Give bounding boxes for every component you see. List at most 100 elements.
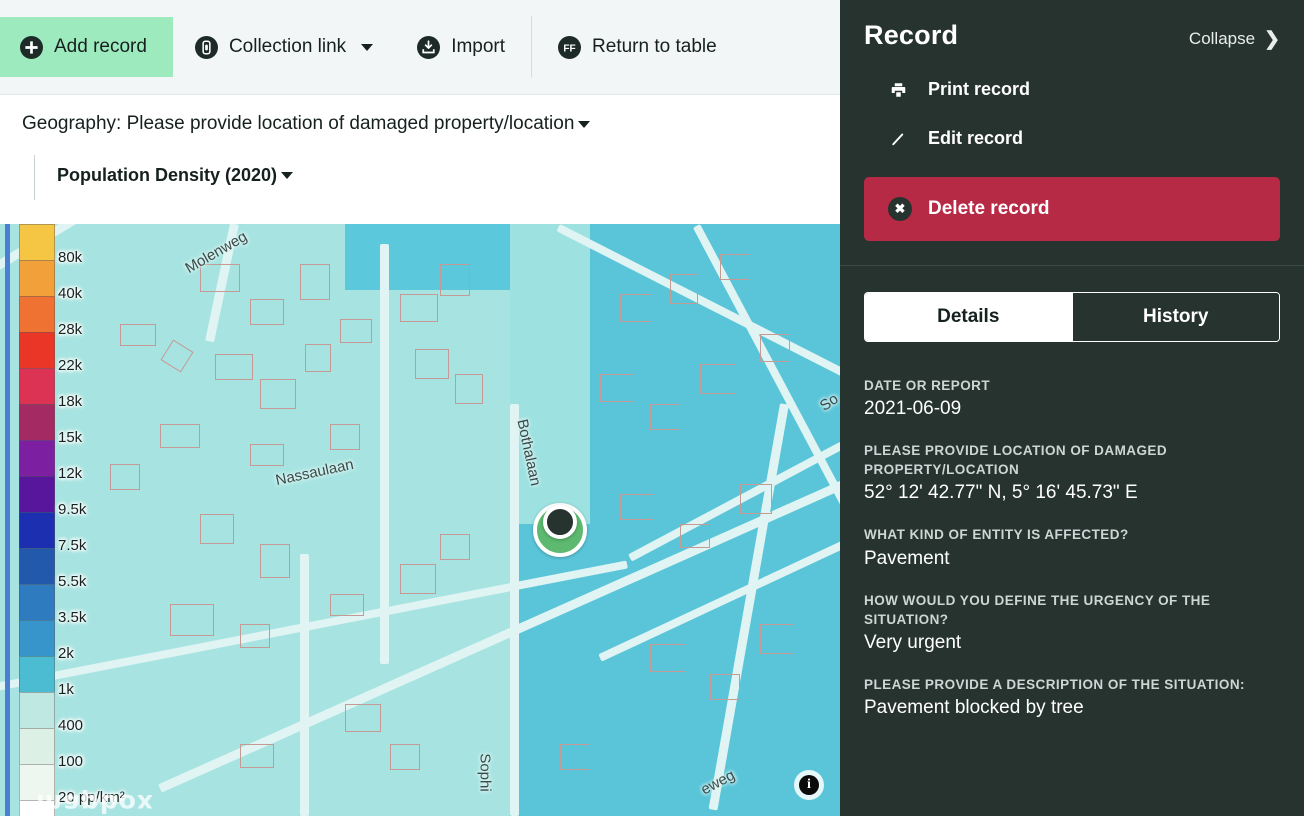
legend-swatch [19, 800, 55, 816]
record-field-list: Date or report 2021-06-09 Please provide l… [864, 376, 1280, 719]
legend-swatch [19, 476, 55, 512]
pencil-icon [888, 130, 908, 148]
building-outline [600, 374, 634, 402]
legend-label: 400 [58, 717, 84, 734]
app-root: Add record Collection link Import FF Ret… [0, 0, 1304, 816]
building-outline [415, 349, 449, 379]
record-field-label: What kind of entity is affected? [864, 527, 1129, 543]
tab-history[interactable]: History [1071, 293, 1279, 341]
layer-label: Population Density (2020) [57, 165, 278, 185]
print-record-label: Print record [928, 79, 1031, 99]
edit-record-button[interactable]: Edit record [864, 128, 1280, 149]
building-outline [720, 254, 750, 280]
building-outline [200, 514, 234, 544]
collapse-button[interactable]: Collapse ❯ [1189, 28, 1280, 51]
record-field-value: Very urgent [864, 631, 962, 653]
legend-swatch [19, 728, 55, 764]
legend-swatch [19, 260, 55, 296]
tab-details[interactable]: Details [865, 293, 1072, 341]
legend-label: 22k [58, 357, 83, 374]
legend-swatch [19, 404, 55, 440]
legend-label: 15k [58, 429, 83, 446]
building-outline [120, 324, 156, 346]
building-outline [340, 319, 372, 343]
map-info-button[interactable]: i [794, 770, 824, 800]
return-to-table-label: Return to table [592, 36, 717, 57]
chevron-down-icon[interactable] [578, 120, 591, 128]
map-pane: Add record Collection link Import FF Ret… [0, 0, 840, 816]
building-outline [670, 274, 698, 304]
layer-row: Population Density (2020) [34, 155, 840, 200]
building-outline [620, 494, 654, 520]
map-marker-selected[interactable] [543, 505, 577, 539]
chevron-right-icon: ❯ [1264, 28, 1280, 50]
collection-link-button[interactable]: Collection link [173, 17, 395, 77]
legend-swatch [19, 584, 55, 620]
legend-swatch [19, 332, 55, 368]
geography-header: Geography: Please provide location of da… [0, 95, 840, 200]
legend-swatch [19, 512, 55, 548]
tab-details-label: Details [937, 306, 1000, 327]
legend-label: 7.5k [58, 537, 87, 554]
return-to-table-button[interactable]: FF Return to table [536, 17, 739, 77]
road-line [300, 554, 309, 816]
map-canvas[interactable]: Molenweg Nassaulaan Bothalaan Sophi So e… [0, 224, 840, 816]
layer-selector[interactable]: Population Density (2020) [57, 165, 840, 186]
building-outline [330, 424, 360, 450]
building-outline [760, 624, 794, 654]
delete-record-button[interactable]: ✖ Delete record [864, 177, 1280, 241]
chevron-down-icon[interactable] [361, 43, 374, 51]
collapse-label: Collapse [1188, 29, 1256, 48]
legend-label: 80k [58, 249, 83, 266]
building-outline [760, 334, 790, 362]
building-outline [300, 264, 330, 300]
toolbar-divider [531, 16, 533, 78]
record-panel: Record Collapse ❯ Print record Edit reco… [840, 0, 1304, 816]
add-record-label: Add record [54, 36, 147, 57]
legend-label: 18k [58, 393, 83, 410]
record-field-value: Pavement [864, 547, 950, 569]
info-icon: i [799, 775, 819, 795]
active-tab-pointer [964, 340, 985, 341]
import-label: Import [451, 36, 506, 57]
table-return-icon: FF [558, 35, 582, 59]
import-button[interactable]: Import [395, 17, 527, 77]
legend-swatch [19, 692, 55, 728]
chevron-down-icon[interactable] [281, 172, 294, 179]
record-field: Please provide location of damaged prope… [864, 441, 1280, 504]
record-field-label: Date or report [864, 378, 991, 393]
building-outline [345, 704, 381, 732]
building-outline [250, 299, 284, 325]
record-field-label: Please provide a description of the situ… [864, 676, 1245, 692]
delete-record-label: Delete record [928, 198, 1050, 219]
legend-label: 28k [58, 321, 83, 338]
print-record-button[interactable]: Print record [864, 79, 1280, 100]
building-outline [440, 534, 470, 560]
legend-swatch [19, 548, 55, 584]
add-record-button[interactable]: Add record [0, 17, 173, 77]
record-field-value: Pavement blocked by tree [864, 697, 1084, 719]
building-outline [390, 744, 420, 770]
printer-icon [888, 81, 908, 99]
building-outline [260, 379, 296, 409]
geography-selector[interactable]: Geography: Please provide location of da… [22, 113, 840, 135]
record-field: What kind of entity is affected? Pavement [864, 525, 1280, 569]
legend-label: 9.5k [58, 501, 87, 518]
geography-title: Geography: Please provide location of da… [22, 113, 575, 134]
building-outline [260, 544, 290, 578]
building-outline [710, 674, 740, 700]
building-outline [400, 564, 436, 594]
building-outline [455, 374, 483, 404]
legend-edge-strip [5, 224, 10, 816]
building-outline [680, 524, 710, 548]
tab-history-label: History [1143, 306, 1209, 327]
building-outline [240, 624, 270, 648]
legend-label: 3.5k [58, 609, 87, 626]
legend-swatch [19, 656, 55, 692]
record-field-label: Please provide location of damaged prope… [864, 443, 1168, 478]
legend-swatch [19, 224, 55, 260]
legend-label: 1k [58, 681, 74, 698]
record-toolbar: Add record Collection link Import FF Ret… [0, 0, 840, 95]
building-outline [305, 344, 331, 372]
record-field-label: How would you define the urgency of the … [864, 592, 1211, 627]
